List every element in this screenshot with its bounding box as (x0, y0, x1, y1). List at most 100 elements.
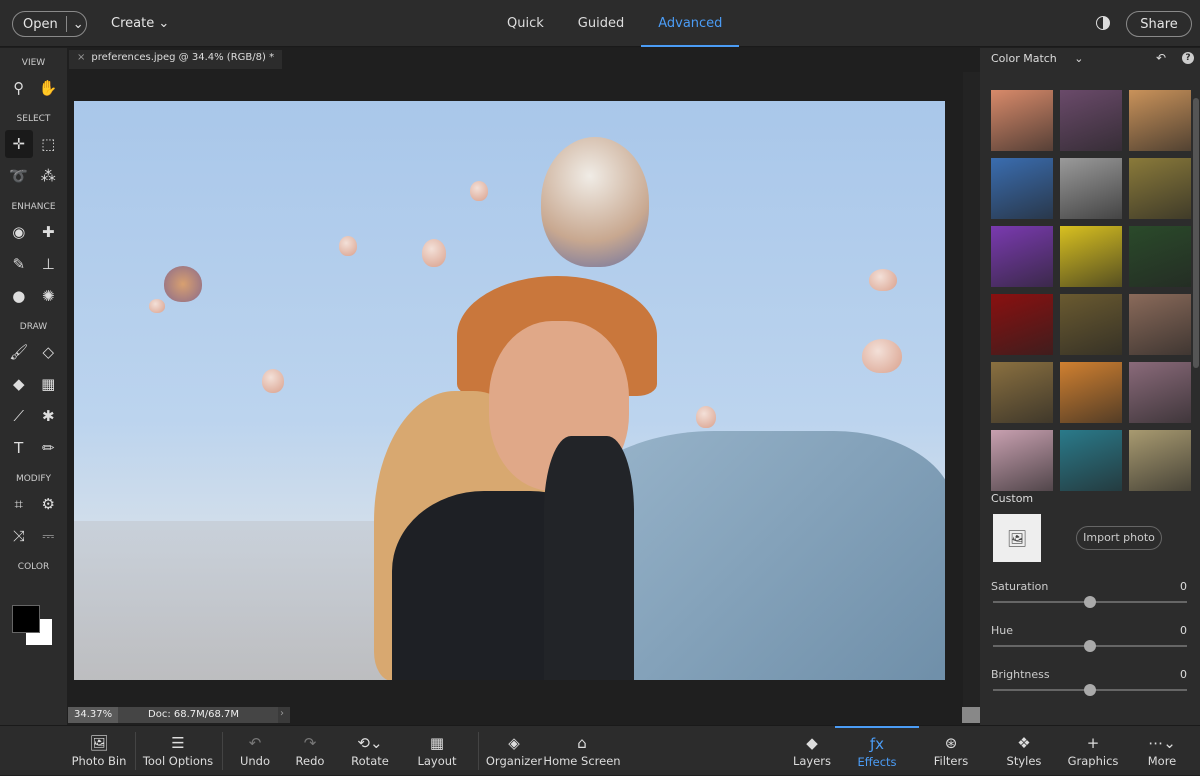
eyedropper-icon[interactable]: ⟋ (5, 402, 33, 430)
create-button[interactable]: Create ⌄ (111, 16, 169, 31)
preset-thumbnail[interactable] (1129, 158, 1191, 219)
document-tab[interactable]: × preferences.jpeg @ 34.4% (RGB/8) * (69, 50, 283, 69)
preset-thumbnail[interactable] (1060, 430, 1122, 491)
tab-guided[interactable]: Guided (561, 0, 641, 47)
scrollbar-corner (962, 707, 980, 723)
slider-value: 0 (1180, 668, 1187, 681)
slider-hue[interactable]: Hue 0 (991, 624, 1187, 652)
import-photo-button[interactable]: Import photo (1076, 526, 1162, 550)
type-tool-icon[interactable]: T (5, 434, 33, 462)
preset-thumbnail[interactable] (1060, 90, 1122, 151)
share-button[interactable]: Share (1126, 11, 1192, 37)
pencil-tool-icon[interactable]: ✏ (34, 434, 62, 462)
preset-thumbnail[interactable] (991, 158, 1053, 219)
section-select: SELECT (16, 114, 51, 124)
content-aware-move-icon[interactable]: ⤨ (5, 522, 33, 550)
custom-label: Custom (991, 492, 1034, 505)
photo-bin-icon: 🖼 (89, 734, 109, 752)
preset-thumbnail[interactable] (991, 226, 1053, 287)
slider-saturation[interactable]: Saturation 0 (991, 580, 1187, 608)
tool-options-button[interactable]: ☰ Tool Options (136, 726, 220, 776)
more-button[interactable]: ⋯⌄ More (1120, 726, 1200, 776)
hand-tool-icon[interactable]: ✋ (34, 74, 62, 102)
section-color: COLOR (17, 562, 50, 572)
organizer-icon: ◈ (508, 734, 520, 752)
theme-toggle-icon[interactable] (1096, 16, 1110, 30)
redo-icon: ↷ (303, 734, 317, 752)
brush-tool-icon[interactable]: 🖌 (5, 338, 33, 366)
mode-tabs: Quick Guided Advanced (490, 0, 740, 47)
paint-bucket-icon[interactable]: ◆ (5, 370, 33, 398)
tab-advanced[interactable]: Advanced (641, 0, 740, 47)
blur-tool-icon[interactable]: ● (5, 282, 33, 310)
tab-quick[interactable]: Quick (490, 0, 561, 47)
help-icon[interactable]: ? (1182, 52, 1194, 64)
chevron-down-icon[interactable]: ⌄ (73, 17, 84, 32)
document-image[interactable] (74, 101, 945, 680)
zoom-tool-icon[interactable]: ⚲ (5, 74, 33, 102)
doc-size: Doc: 68.7M/68.7M (118, 707, 278, 723)
open-button[interactable]: Open ⌄ (12, 11, 87, 37)
filters-icon: ⊛ (944, 734, 958, 752)
vertical-scrollbar[interactable] (963, 72, 980, 708)
sponge-tool-icon[interactable]: ✺ (34, 282, 62, 310)
gradient-tool-icon[interactable]: ▦ (34, 370, 62, 398)
preset-thumbnail[interactable] (991, 294, 1053, 355)
canvas-area: × preferences.jpeg @ 34.4% (RGB/8) * 34.3… (67, 48, 980, 725)
foreground-color[interactable] (12, 605, 40, 633)
close-icon[interactable]: × (77, 52, 85, 63)
plus-icon: + (1086, 734, 1100, 752)
reset-icon[interactable]: ↶ (1156, 51, 1166, 65)
filters-button[interactable]: ⊛ Filters (909, 726, 993, 776)
chevron-down-icon: ⌄ (1074, 52, 1084, 65)
section-draw: DRAW (19, 322, 48, 332)
preset-thumbnail[interactable] (1129, 90, 1191, 151)
magic-wand-icon[interactable]: ⁂ (34, 162, 62, 190)
lasso-tool-icon[interactable]: ➰ (5, 162, 33, 190)
layout-button[interactable]: ▦ Layout (395, 726, 479, 776)
clone-stamp-icon[interactable]: ⊥ (34, 250, 62, 278)
preset-thumbnail[interactable] (991, 430, 1053, 491)
slider-value: 0 (1180, 580, 1187, 593)
preset-thumbnail[interactable] (1060, 362, 1122, 423)
custom-shape-icon[interactable]: ✱ (34, 402, 62, 430)
preset-thumbnail[interactable] (1129, 362, 1191, 423)
straighten-tool-icon[interactable]: ⎓ (34, 522, 62, 550)
preset-thumbnail[interactable] (991, 362, 1053, 423)
home-screen-button[interactable]: ⌂ Home Screen (540, 726, 624, 776)
zoom-level[interactable]: 34.37% (68, 707, 118, 723)
preset-thumbnail[interactable] (1060, 158, 1122, 219)
bottom-bar: 🖼 Photo Bin ☰ Tool Options ↶ Undo ↷ Redo ⟲⌄ Rotat… (0, 725, 1200, 775)
chevron-right-icon[interactable]: › (278, 707, 290, 723)
effects-button[interactable]: ƒx Effects (835, 726, 919, 776)
color-swatches[interactable] (12, 605, 54, 647)
panel-scrollbar[interactable] (1193, 98, 1199, 368)
spot-healing-icon[interactable]: ✚ (34, 218, 62, 246)
preset-thumbnail[interactable] (1060, 226, 1122, 287)
slider-knob[interactable] (1084, 684, 1096, 696)
eraser-tool-icon[interactable]: ◇ (34, 338, 62, 366)
slider-label: Brightness (991, 668, 1050, 681)
fx-icon: ƒx (869, 735, 885, 753)
recompose-tool-icon[interactable]: ⚙ (34, 490, 62, 518)
preset-thumbnail[interactable] (1129, 430, 1191, 491)
preset-thumbnail[interactable] (991, 90, 1053, 151)
slider-knob[interactable] (1084, 596, 1096, 608)
layers-icon: ◆ (806, 734, 818, 752)
slider-label: Hue (991, 624, 1014, 637)
slider-knob[interactable] (1084, 640, 1096, 652)
slider-value: 0 (1180, 624, 1187, 637)
preset-thumbnail[interactable] (1129, 226, 1191, 287)
preset-thumbnail[interactable] (1060, 294, 1122, 355)
marquee-tool-icon[interactable]: ⬚ (34, 130, 62, 158)
preset-thumbnail[interactable] (1129, 294, 1191, 355)
add-image-icon: 🖼 (1006, 528, 1028, 548)
red-eye-icon[interactable]: ◉ (5, 218, 33, 246)
slider-brightness[interactable]: Brightness 0 (991, 668, 1187, 696)
crop-tool-icon[interactable]: ⌗ (5, 490, 33, 518)
move-tool-icon[interactable]: ✛ (4, 130, 33, 158)
add-image-button[interactable]: 🖼 (993, 514, 1041, 562)
panel-title[interactable]: Color Match ⌄ (991, 52, 1084, 65)
photo-bin-button[interactable]: 🖼 Photo Bin (57, 726, 141, 776)
smart-brush-icon[interactable]: ✎ (5, 250, 33, 278)
